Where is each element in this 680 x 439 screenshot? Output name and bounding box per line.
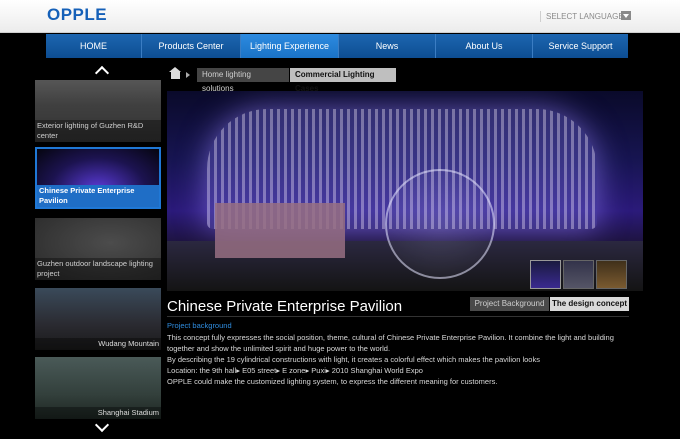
- scroll-up-arrow-icon[interactable]: [94, 64, 110, 74]
- description-paragraph: By describing the 19 cylindrical constru…: [167, 355, 540, 364]
- nav-service-support[interactable]: Service Support: [533, 34, 628, 58]
- breadcrumb-separator-icon: [186, 72, 190, 78]
- description-paragraph: This concept fully expresses the social …: [167, 333, 614, 353]
- thumb-guzhen-rd-center[interactable]: Exterior lighting of Guzhen R&D center: [35, 80, 161, 142]
- main-nav: HOME Products Center Lighting Experience…: [46, 34, 628, 58]
- pavilion-sign: [215, 203, 345, 258]
- scroll-down-arrow-icon[interactable]: [94, 422, 110, 432]
- gallery-thumb-1[interactable]: [530, 260, 561, 289]
- select-language-link[interactable]: SELECT LANGUAGE: [540, 11, 624, 22]
- divider: [167, 316, 629, 317]
- thumb-private-enterprise-pavilion[interactable]: Chinese Private Enterprise Pavilion: [35, 147, 161, 209]
- nav-lighting-experience[interactable]: Lighting Experience: [241, 34, 339, 58]
- breadcrumb-home-lighting[interactable]: Home lighting solutions: [197, 68, 289, 93]
- location-line: Location: the 9th hall▸ E05 street▸ E zo…: [167, 366, 423, 375]
- tab-project-background[interactable]: Project Background: [470, 297, 549, 311]
- tab-design-concept[interactable]: The design concept: [550, 297, 629, 311]
- opple-logo[interactable]: OPPLE: [47, 5, 107, 25]
- nav-about-us[interactable]: About Us: [436, 34, 533, 58]
- section-subheading: Project background: [167, 321, 232, 330]
- thumb-caption: Shanghai Stadium: [35, 407, 161, 419]
- nav-products-center[interactable]: Products Center: [142, 34, 241, 58]
- gallery-thumb-2[interactable]: [563, 260, 594, 289]
- thumb-wudang-mountain[interactable]: Wudang Mountain: [35, 288, 161, 350]
- thumb-caption: Wudang Mountain: [35, 338, 161, 350]
- language-dropdown-icon[interactable]: [621, 11, 631, 20]
- thumb-guzhen-landscape[interactable]: Guzhen outdoor landscape lighting projec…: [35, 218, 161, 280]
- thumb-caption: Exterior lighting of Guzhen R&D center: [35, 120, 161, 142]
- home-icon[interactable]: [169, 67, 181, 79]
- gallery-thumb-3[interactable]: [596, 260, 627, 289]
- site-header: OPPLE SELECT LANGUAGE: [0, 0, 680, 33]
- breadcrumb-commercial-cases[interactable]: Commercial Lighting Cases: [290, 68, 396, 93]
- light-sphere: [385, 169, 495, 279]
- nav-home[interactable]: HOME: [46, 34, 142, 58]
- nav-news[interactable]: News: [339, 34, 436, 58]
- thumb-caption: Guzhen outdoor landscape lighting projec…: [35, 258, 161, 280]
- thumb-shanghai-stadium[interactable]: Shanghai Stadium: [35, 357, 161, 419]
- description-paragraph: OPPLE could make the customized lighting…: [167, 377, 498, 386]
- thumb-caption: Chinese Private Enterprise Pavilion: [37, 185, 159, 207]
- project-title: Chinese Private Enterprise Pavilion: [167, 298, 403, 315]
